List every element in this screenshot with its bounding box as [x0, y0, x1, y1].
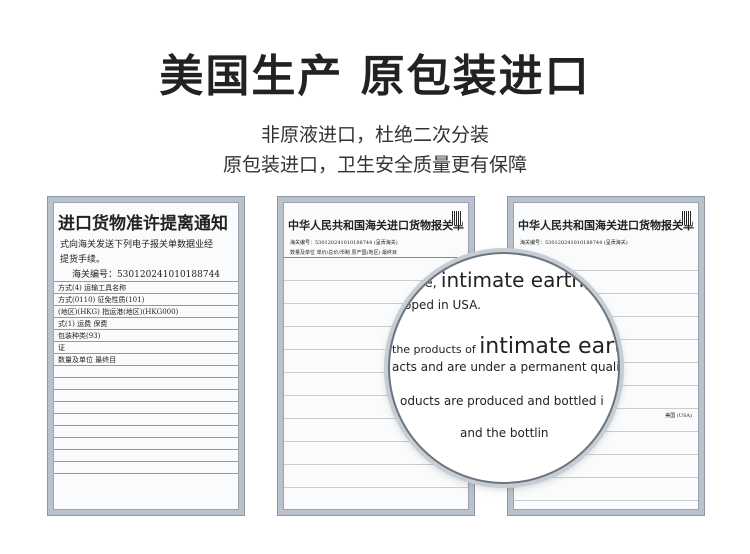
document-frame-release-notice: 进口货物准许提离通知 式向海关发送下列电子报关单数据业经 提货手续。 海关编号：… [47, 196, 245, 516]
magnified-brand-text: intimate earth [479, 334, 618, 359]
customs-declaration-meta: 海关编号：530120241010188744 (呈贡海关) [520, 240, 628, 246]
customs-declaration-meta: 海关编号：530120241010188744 (呈贡海关) [290, 240, 398, 246]
customs-declaration-title: 中华人民共和国海关进口货物报关单 [518, 219, 694, 232]
magnifier-lens: we, intimate earth, c oped in USA. the p… [388, 252, 620, 484]
list-item [514, 501, 698, 509]
table-row: (地区)(HKG) 指运港(地区)(HKG000) [54, 305, 238, 317]
table-row: 方式(4) 运输工具名称 [54, 281, 238, 293]
table-row [54, 437, 238, 449]
magnified-text-line: the products of intimate earth [392, 334, 618, 359]
release-notice-title: 进口货物准许提离通知 [58, 214, 228, 234]
table-row [54, 473, 238, 485]
customs-declaration-header: 数量及单位 单价/总价/币制 原产国(地区) 最终目 [284, 248, 468, 258]
table-row: 式(1) 运费 保费 [54, 317, 238, 329]
table-row [54, 389, 238, 401]
magnified-text: we, [414, 276, 437, 291]
customs-declaration-title: 中华人民共和国海关进口货物报关单 [288, 219, 464, 232]
list-item [514, 478, 698, 501]
table-row [54, 365, 238, 377]
magnified-text: c [594, 276, 602, 291]
release-notice-paper: 进口货物准许提离通知 式向海关发送下列电子报关单数据业经 提货手续。 海关编号：… [53, 202, 239, 510]
release-notice-line: 提货手续。 [60, 255, 106, 265]
magnified-text-line: oped in USA. [404, 298, 481, 312]
barcode-icon [452, 211, 462, 225]
list-item [284, 465, 468, 488]
table-row [54, 377, 238, 389]
table-row: 数量及单位 最终目 [54, 353, 238, 365]
table-row: 方式(0110) 征免性质(101) [54, 293, 238, 305]
table-row [54, 401, 238, 413]
magnified-text-line: we, intimate earth, c [414, 268, 602, 292]
magnified-brand-text: intimate earth, [440, 268, 591, 292]
page-title: 美国生产 原包装进口 [159, 51, 591, 102]
barcode-icon [682, 211, 692, 225]
magnified-text-line: acts and are under a permanent quality [392, 360, 620, 374]
magnified-text-line: oducts are produced and bottled i [400, 394, 604, 408]
release-notice-number: 海关编号：530120241010188744 [71, 270, 221, 280]
table-row: 包装种类(93) [54, 329, 238, 341]
subtitle-line-1: 非原液进口，杜绝二次分装 [260, 124, 489, 146]
magnified-text-line: and the bottlin [460, 426, 549, 440]
subtitle-line-2: 原包装进口，卫生安全质量更有保障 [222, 154, 527, 176]
table-row [54, 449, 238, 461]
table-row [54, 425, 238, 437]
magnified-text: the products of [392, 343, 476, 356]
table-row [54, 413, 238, 425]
table-row [54, 461, 238, 473]
list-item [284, 488, 468, 509]
release-notice-line: 式向海关发送下列电子报关单数据业经 [60, 240, 214, 250]
table-row: 证 [54, 341, 238, 353]
